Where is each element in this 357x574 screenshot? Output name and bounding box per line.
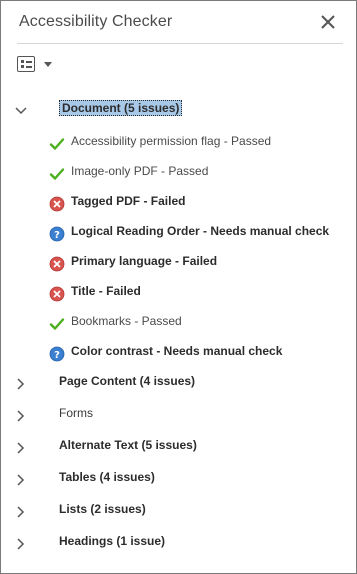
- check-item-label: Title - Failed: [71, 284, 141, 298]
- header-divider: [17, 43, 343, 44]
- chevron-down-icon: [44, 62, 52, 67]
- green-checkmark-icon: [49, 316, 65, 332]
- category-row[interactable]: Page Content (4 issues): [1, 369, 356, 397]
- list-options-icon: [17, 56, 35, 72]
- category-row[interactable]: Headings (1 issue): [1, 529, 356, 557]
- category-label[interactable]: Tables (4 issues): [59, 470, 155, 484]
- svg-text:?: ?: [54, 350, 60, 361]
- check-item-label: Image-only PDF - Passed: [71, 164, 209, 178]
- accessibility-checker-panel: Accessibility Checker Document (5 issues…: [0, 0, 357, 574]
- panel-header: Accessibility Checker: [1, 1, 356, 43]
- check-item-label: Accessibility permission flag - Passed: [71, 134, 272, 148]
- panel-title: Accessibility Checker: [19, 13, 173, 30]
- check-item[interactable]: Accessibility permission flag - Passed: [1, 129, 356, 157]
- check-item[interactable]: Tagged PDF - Failed: [1, 189, 356, 217]
- check-item[interactable]: ? Logical Reading Order - Needs manual ch…: [1, 219, 356, 247]
- options-menu-button[interactable]: [17, 55, 55, 75]
- chevron-right-icon[interactable]: [14, 377, 28, 391]
- close-icon: [321, 15, 335, 29]
- check-item-label: Tagged PDF - Failed: [71, 194, 186, 208]
- chevron-right-icon[interactable]: [14, 409, 28, 423]
- category-label[interactable]: Forms: [59, 406, 93, 420]
- category-row[interactable]: Forms: [1, 401, 356, 429]
- category-row[interactable]: Tables (4 issues): [1, 465, 356, 493]
- category-label[interactable]: Lists (2 issues): [59, 502, 146, 516]
- check-item[interactable]: Bookmarks - Passed: [1, 309, 356, 337]
- check-item[interactable]: ? Color contrast - Needs manual check: [1, 339, 356, 367]
- category-label[interactable]: Headings (1 issue): [59, 534, 165, 548]
- chevron-right-icon[interactable]: [14, 441, 28, 455]
- category-label[interactable]: Document (5 issues): [59, 100, 183, 116]
- close-button[interactable]: [317, 11, 339, 33]
- chevron-right-icon[interactable]: [14, 505, 28, 519]
- red-x-circle-icon: [49, 196, 65, 212]
- check-item[interactable]: Primary language - Failed: [1, 249, 356, 277]
- green-checkmark-icon: [49, 166, 65, 182]
- red-x-circle-icon: [49, 256, 65, 272]
- blue-question-circle-icon: ?: [49, 346, 65, 362]
- check-item[interactable]: Image-only PDF - Passed: [1, 159, 356, 187]
- blue-question-circle-icon: ?: [49, 226, 65, 242]
- category-label[interactable]: Page Content (4 issues): [59, 374, 195, 388]
- check-item-label: Primary language - Failed: [71, 254, 218, 268]
- category-label[interactable]: Alternate Text (5 issues): [59, 438, 197, 452]
- check-item-label: Bookmarks - Passed: [71, 314, 182, 328]
- category-row[interactable]: Lists (2 issues): [1, 497, 356, 525]
- svg-text:?: ?: [54, 230, 60, 241]
- green-checkmark-icon: [49, 136, 65, 152]
- check-item-label: Color contrast - Needs manual check: [71, 344, 283, 358]
- chevron-right-icon[interactable]: [14, 473, 28, 487]
- chevron-down-icon[interactable]: [14, 104, 28, 118]
- category-document[interactable]: Document (5 issues): [1, 96, 356, 124]
- chevron-right-icon[interactable]: [14, 537, 28, 551]
- check-item[interactable]: Title - Failed: [1, 279, 356, 307]
- red-x-circle-icon: [49, 286, 65, 302]
- check-item-label: Logical Reading Order - Needs manual che…: [71, 224, 330, 238]
- category-row[interactable]: Alternate Text (5 issues): [1, 433, 356, 461]
